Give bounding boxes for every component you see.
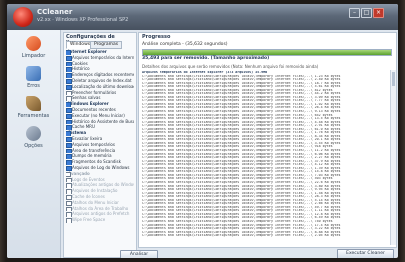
maximize-icon[interactable]: □ xyxy=(361,8,372,18)
results-log: Arquivos temporários do Internet Explore… xyxy=(142,71,385,243)
tree-item-label: Sistema xyxy=(68,130,87,136)
nav-label: Erros xyxy=(27,83,40,89)
progress-heading: Progresso xyxy=(142,34,171,40)
tree-item-label: Deletar arquivos de Index.dat xyxy=(72,77,132,83)
checkbox[interactable] xyxy=(66,218,72,223)
tree-item-label: Cookies xyxy=(72,60,88,66)
tree-item-label: Windows Explorer xyxy=(68,101,109,107)
tree-item-label: Fragmentos do Scandisk xyxy=(72,159,121,165)
tree-item-label: Dumps de memória xyxy=(72,153,112,159)
details-note: Detalhes dos arquivos que serão removido… xyxy=(142,64,319,69)
nav-item-options[interactable]: Opções xyxy=(11,126,56,149)
registry-icon xyxy=(26,66,41,81)
tree-item-label: Localização do último download xyxy=(72,83,134,89)
tree-item-label: Executar (no Menu Iniciar) xyxy=(72,112,125,118)
tree-item-label: Atalhos da Área de Trabalho xyxy=(72,205,129,211)
app-title: CCleaner xyxy=(37,8,73,16)
tree-item-label: Cache de Ícones xyxy=(72,193,105,199)
analysis-status: Análise completa - (35,632 segundos) xyxy=(142,42,228,47)
app-window: CCleaner v2.xx · Windows XP Professional… xyxy=(7,4,398,258)
tree-item-label: Avançado xyxy=(68,170,90,176)
tree-item-label: Histórico do Assistente de Busca xyxy=(72,118,134,124)
nav-label: Limpador xyxy=(21,53,46,59)
tree-item-label: Senhas salvas xyxy=(72,95,101,101)
tree-item-label: Área de transferência xyxy=(72,147,116,153)
minimize-icon[interactable]: – xyxy=(349,8,360,18)
tab-programs[interactable]: Programas xyxy=(90,41,123,49)
run-cleaner-button[interactable]: Executar Cleaner xyxy=(337,249,394,258)
cleaning-options-tree: Internet Explorer Arquivos temporários da… xyxy=(66,49,134,223)
log-scrollbar[interactable] xyxy=(390,70,396,245)
cleaning-settings-panel: Configurações de limpeza Windows Program… xyxy=(63,32,137,258)
close-icon[interactable]: × xyxy=(373,8,384,18)
nav-item-registry[interactable]: Erros xyxy=(11,66,56,89)
tree-item-label: Documentos recentes xyxy=(72,106,116,112)
nav-label: Ferramentas xyxy=(17,113,50,119)
scrollbar-thumb[interactable] xyxy=(392,72,395,86)
log-line: C:\Documents and Settings\Cristiano\Conf… xyxy=(142,234,341,238)
tree-item-label: Histórico xyxy=(72,66,90,72)
tree-item-label: Logs de Eventos xyxy=(72,176,105,182)
tree-item-label: Esvaziar lixeira xyxy=(72,135,103,141)
tree-item-label: Arquivos temporários da Internet xyxy=(72,54,134,60)
progress-bar xyxy=(142,49,392,56)
options-icon xyxy=(26,126,41,141)
ccleaner-logo-icon xyxy=(13,7,33,27)
tree-item-label: Arquivos de Log do Windows xyxy=(72,164,130,170)
tree-item-label: Endereços digitados recentemente xyxy=(72,72,134,78)
app-subtitle: v2.xx · Windows XP Professional SP2 xyxy=(37,17,129,23)
tree-item-label: Wipe Free Space xyxy=(72,217,106,223)
tree-item[interactable]: Wipe Free Space xyxy=(66,217,134,223)
broom-icon xyxy=(26,36,41,51)
tree-item-label: Arquivos antigos do Prefetch xyxy=(72,211,130,217)
tree-item-label: Preencher formulários xyxy=(72,89,117,95)
title-bar: CCleaner v2.xx · Windows XP Professional… xyxy=(7,4,398,30)
analyze-button[interactable]: Analisar xyxy=(120,250,158,258)
tree-item-label: Cache MRU xyxy=(72,124,95,130)
sidebar-nav: Limpador Erros Ferramentas Opções xyxy=(7,30,61,258)
progress-panel: Progresso Análise completa - (35,632 seg… xyxy=(138,32,397,248)
nav-item-tools[interactable]: Ferramentas xyxy=(11,96,56,119)
tools-icon xyxy=(26,96,41,111)
tree-item-label: Atalhos do Menu Iniciar xyxy=(72,199,119,205)
found-summary: 35,493 para ser removido. (Tamanho aprox… xyxy=(142,56,270,61)
tree-item-label: Atualizações antigas do Windows xyxy=(72,182,134,188)
tree-item-label: Arquivos de Instalação xyxy=(72,188,118,194)
tree-item-label: Internet Explorer xyxy=(68,49,107,54)
progress-fill xyxy=(143,50,391,55)
nav-label: Opções xyxy=(24,143,43,149)
nav-item-cleaner[interactable]: Limpador xyxy=(11,36,56,59)
tree-item-label: Arquivos temporários xyxy=(72,141,115,147)
